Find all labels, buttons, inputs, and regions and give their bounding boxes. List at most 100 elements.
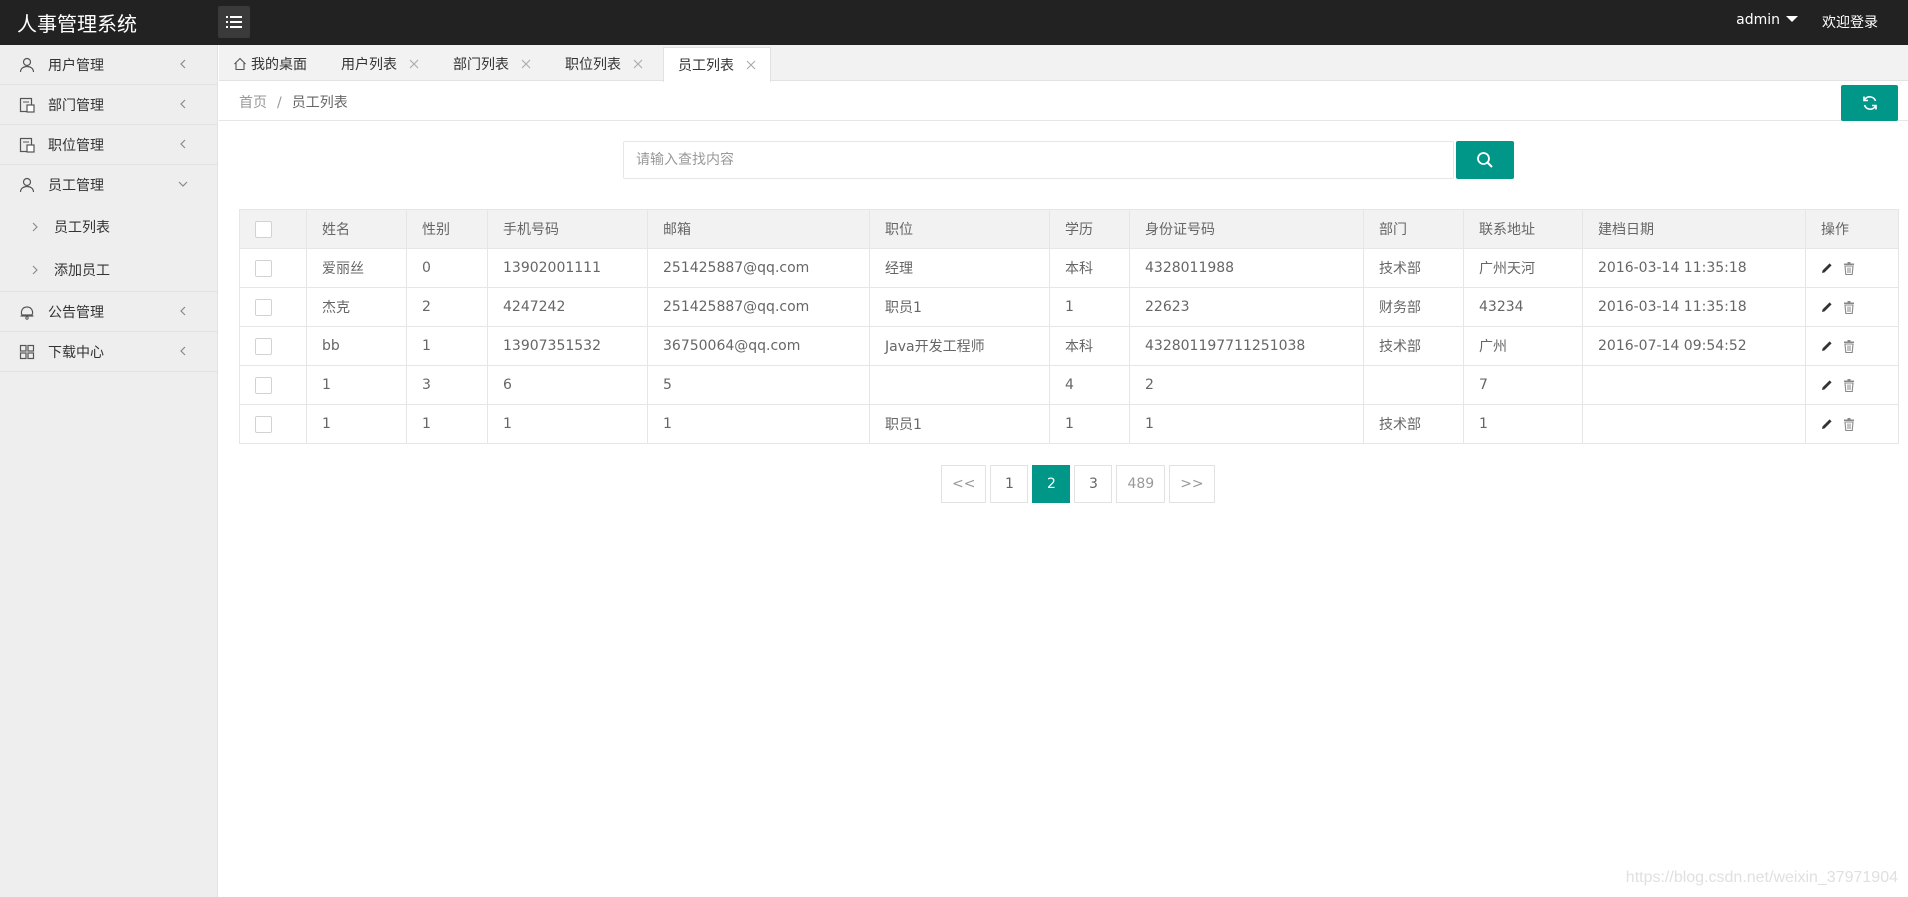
page-prev-button[interactable]: << <box>941 465 987 503</box>
column-header[interactable]: 建档日期 <box>1582 209 1806 249</box>
tab-position-list[interactable]: 职位列表 <box>565 47 643 81</box>
table-cell: Java开发工程师 <box>869 326 1050 366</box>
delete-icon[interactable] <box>1843 417 1855 431</box>
edit-icon[interactable] <box>1821 301 1833 313</box>
sidebar-subitem-add-employee[interactable]: 添加员工 <box>0 248 217 291</box>
table-cell: 1 <box>1049 287 1130 327</box>
table-cell: 技术部 <box>1363 248 1464 288</box>
sidebar-item-notices[interactable]: 公告管理 <box>0 292 217 332</box>
column-header[interactable]: 部门 <box>1363 209 1464 249</box>
sidebar-subitem-employee-list[interactable]: 员工列表 <box>0 205 217 248</box>
search-button[interactable] <box>1456 141 1514 179</box>
row-checkbox[interactable] <box>255 376 272 394</box>
tab-desktop[interactable]: 我的桌面 <box>233 47 307 81</box>
page-next-button[interactable]: >> <box>1169 465 1215 503</box>
refresh-icon <box>1862 96 1877 110</box>
table-cell: 4247242 <box>487 287 648 327</box>
tab-user-list[interactable]: 用户列表 <box>341 47 419 81</box>
sidebar-item-employees[interactable]: 员工管理 <box>0 165 217 205</box>
select-all-checkbox[interactable] <box>255 220 272 238</box>
close-icon[interactable] <box>409 59 419 69</box>
table-cell: 2016-03-14 11:35:18 <box>1582 248 1806 288</box>
sidebar-item-label: 员工管理 <box>48 178 104 194</box>
column-header[interactable]: 邮箱 <box>647 209 870 249</box>
table-cell: 0 <box>406 248 488 288</box>
refresh-button[interactable] <box>1841 85 1898 121</box>
column-header[interactable]: 学历 <box>1049 209 1130 249</box>
row-checkbox[interactable] <box>255 337 272 355</box>
table-cell: 4 <box>1049 365 1130 405</box>
breadcrumb-home[interactable]: 首页 <box>239 95 267 111</box>
row-select-cell <box>239 287 307 327</box>
row-actions-cell <box>1805 365 1899 405</box>
table-row[interactable]: 爱丽丝 0 13902001111 251425887@qq.com 经理 本科 43280… <box>239 248 1899 288</box>
delete-icon[interactable] <box>1843 261 1855 275</box>
search-input[interactable] <box>623 141 1454 179</box>
tab-label: 职位列表 <box>565 57 621 73</box>
table-cell: 广州天河 <box>1463 248 1583 288</box>
chevron-right-icon <box>32 222 38 231</box>
table-cell: 5 <box>647 365 870 405</box>
column-header[interactable]: 性别 <box>406 209 488 249</box>
column-header[interactable]: 姓名 <box>306 209 407 249</box>
close-icon[interactable] <box>746 60 756 70</box>
tab-label: 我的桌面 <box>251 57 307 73</box>
breadcrumb-bar: 首页 / 员工列表 <box>219 82 1908 121</box>
sidebar-item-positions[interactable]: 职位管理 <box>0 125 217 165</box>
table-header-row: 姓名 性别 手机号码 邮箱 职位 学历 身份证号码 部门 联系地址 建档日期 操… <box>239 209 1899 249</box>
edit-icon[interactable] <box>1821 262 1833 274</box>
edit-icon[interactable] <box>1821 379 1833 391</box>
menu-toggle-button[interactable] <box>218 6 250 38</box>
page-button-last[interactable]: 489 <box>1116 465 1166 503</box>
delete-icon[interactable] <box>1843 300 1855 314</box>
table-cell: 36750064@qq.com <box>647 326 870 366</box>
row-actions-cell <box>1805 248 1899 288</box>
header-select-all <box>239 209 307 249</box>
page-button[interactable]: 1 <box>990 465 1029 503</box>
table-cell: 1 <box>406 404 488 444</box>
row-checkbox[interactable] <box>255 298 272 316</box>
edit-icon[interactable] <box>1821 418 1833 430</box>
chevron-left-icon <box>180 99 186 109</box>
notice-icon <box>18 303 36 321</box>
column-header[interactable]: 职位 <box>869 209 1050 249</box>
sidebar-item-users[interactable]: 用户管理 <box>0 45 217 85</box>
user-icon <box>18 56 36 74</box>
page-button-current[interactable]: 2 <box>1032 465 1071 503</box>
column-header[interactable]: 手机号码 <box>487 209 648 249</box>
user-menu[interactable]: admin <box>1736 12 1798 28</box>
tab-bar: 我的桌面 用户列表 部门列表 职位列表 员工列表 <box>219 45 1908 82</box>
tab-department-list[interactable]: 部门列表 <box>453 47 531 81</box>
watermark: https://blog.csdn.net/weixin_37971904 <box>1625 869 1898 886</box>
employee-submenu: 员工列表 添加员工 <box>0 205 217 292</box>
table-row[interactable]: 1365 42 7 <box>239 365 1899 405</box>
employee-icon <box>18 176 36 194</box>
table-row[interactable]: 杰克 2 4247242 251425887@qq.com 职员1 1 22623 财务部 43… <box>239 287 1899 327</box>
table-cell: 财务部 <box>1363 287 1464 327</box>
page-button[interactable]: 3 <box>1074 465 1113 503</box>
caret-down-icon <box>1786 16 1798 22</box>
row-checkbox[interactable] <box>255 415 272 433</box>
close-icon[interactable] <box>633 59 643 69</box>
welcome-link[interactable]: 欢迎登录 <box>1822 12 1878 32</box>
row-checkbox[interactable] <box>255 259 272 277</box>
column-header[interactable]: 身份证号码 <box>1129 209 1364 249</box>
edit-icon[interactable] <box>1821 340 1833 352</box>
delete-icon[interactable] <box>1843 378 1855 392</box>
close-icon[interactable] <box>521 59 531 69</box>
table-body: 爱丽丝 0 13902001111 251425887@qq.com 经理 本科 43280… <box>239 248 1899 444</box>
table-cell <box>1582 404 1806 444</box>
sidebar-item-downloads[interactable]: 下载中心 <box>0 332 217 372</box>
table-row[interactable]: bb 1 13907351532 36750064@qq.com Java开发工程师 本科… <box>239 326 1899 366</box>
table-cell: 爱丽丝 <box>306 248 407 288</box>
table-cell: 职员1 <box>869 404 1050 444</box>
chevron-right-icon <box>32 265 38 274</box>
sidebar-item-departments[interactable]: 部门管理 <box>0 85 217 125</box>
table-row[interactable]: 1 1 1 1 职员1 1 1 技术部 1 <box>239 404 1899 444</box>
column-header[interactable]: 联系地址 <box>1463 209 1583 249</box>
tab-employee-list[interactable]: 员工列表 <box>663 47 771 82</box>
user-name: admin <box>1736 12 1780 28</box>
delete-icon[interactable] <box>1843 339 1855 353</box>
row-select-cell <box>239 404 307 444</box>
table-cell: 13902001111 <box>487 248 648 288</box>
